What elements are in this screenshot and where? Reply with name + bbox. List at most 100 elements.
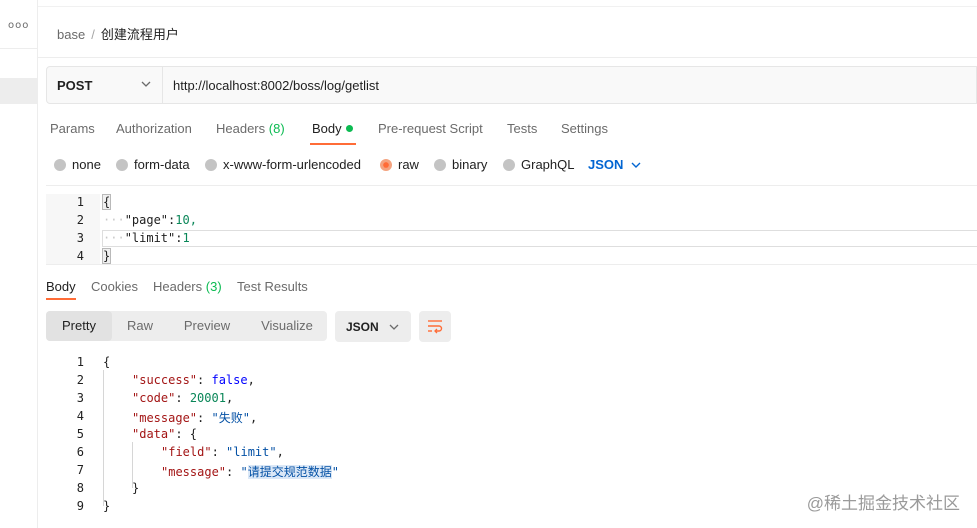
radio-graphql-label: GraphQL — [521, 157, 575, 172]
radio-raw[interactable]: raw — [380, 157, 419, 172]
json-key: "message" — [132, 411, 198, 425]
tab-headers[interactable]: Headers (8) — [216, 121, 285, 136]
tab-body[interactable]: Body — [312, 121, 353, 136]
resp-tab-body[interactable]: Body — [46, 279, 76, 294]
request-url-bar: POST http://localhost:8002/boss/log/getl… — [46, 66, 977, 104]
code-line: "success": false, — [132, 373, 255, 387]
radio-circle-icon — [205, 159, 217, 171]
line-number: 7 — [76, 463, 84, 477]
line-number: 1 — [76, 355, 84, 369]
sidebar-strip: ooo — [0, 0, 38, 528]
line-number: 3 — [76, 231, 84, 245]
current-line-highlight — [102, 230, 977, 247]
code-line: { — [103, 355, 111, 369]
tab-pre-request-script[interactable]: Pre-request Script — [378, 121, 483, 136]
chevron-down-icon — [389, 324, 399, 330]
json-value: "limit" — [226, 445, 277, 459]
close-brace: } — [101, 248, 112, 264]
view-pretty-button[interactable]: Pretty — [46, 311, 112, 341]
radio-circle-icon — [503, 159, 515, 171]
json-key: "limit" — [124, 231, 176, 245]
quote: " — [240, 465, 248, 479]
wrap-lines-button[interactable] — [419, 311, 451, 342]
line-number: 3 — [76, 391, 84, 405]
code-line: ···"page":10, — [103, 213, 197, 227]
json-key: "code" — [132, 391, 176, 405]
quote: " — [331, 465, 339, 479]
chevron-down-icon — [141, 81, 151, 87]
chevron-down-icon — [631, 162, 641, 168]
resp-tab-headers-count: (3) — [205, 279, 222, 294]
code-line: "data": { — [132, 427, 198, 441]
code-line: "code": 20001, — [132, 391, 234, 405]
code-line: ···"limit":1 — [103, 231, 190, 245]
more-options-icon[interactable]: ooo — [8, 20, 29, 31]
view-preview-button[interactable]: Preview — [176, 311, 238, 341]
radio-graphql[interactable]: GraphQL — [503, 157, 574, 172]
radio-x-www-form-urlencoded[interactable]: x-www-form-urlencoded — [205, 157, 361, 172]
json-key: "field" — [161, 445, 212, 459]
request-body-editor[interactable]: 1 2 3 4 { ···"page":10, ···"limit":1 } — [46, 185, 977, 265]
tab-settings[interactable]: Settings — [561, 121, 608, 136]
line-number: 6 — [76, 445, 84, 459]
radio-form-data[interactable]: form-data — [116, 157, 190, 172]
breadcrumb-separator: / — [91, 27, 95, 42]
code-line: } — [101, 248, 112, 267]
active-tab-underline — [310, 143, 356, 145]
tab-body-label: Body — [312, 121, 342, 136]
response-view-group: Pretty Raw Preview Visualize — [46, 311, 327, 341]
code-line: } — [103, 499, 111, 513]
wrap-lines-icon — [428, 320, 443, 334]
line-number: 8 — [76, 481, 84, 495]
view-raw-button[interactable]: Raw — [116, 311, 164, 341]
radio-circle-icon — [116, 159, 128, 171]
json-value: 1 — [182, 231, 190, 245]
response-format-label: JSON — [346, 320, 379, 334]
tab-headers-label: Headers — [216, 121, 266, 136]
radio-urlencoded-label: x-www-form-urlencoded — [223, 157, 361, 172]
line-number: 1 — [76, 195, 84, 209]
json-value: false — [211, 373, 248, 387]
code-line: "message": "请提交规范数据" — [161, 465, 339, 479]
line-number: 4 — [76, 249, 84, 263]
selected-text: 请提交规范数据 — [247, 465, 332, 479]
tab-authorization[interactable]: Authorization — [116, 121, 192, 136]
open-brace: { — [101, 194, 112, 210]
sidebar-divider — [0, 48, 38, 49]
radio-binary[interactable]: binary — [434, 157, 487, 172]
json-value: "失败" — [211, 411, 250, 425]
resp-tab-cookies[interactable]: Cookies — [91, 279, 138, 294]
sidebar-selected-item[interactable] — [0, 78, 38, 104]
line-number: 9 — [76, 499, 84, 513]
tab-params[interactable]: Params — [50, 121, 95, 136]
radio-circle-icon — [434, 159, 446, 171]
json-key: "success" — [132, 373, 198, 387]
json-value: 10, — [175, 213, 197, 227]
resp-tab-headers[interactable]: Headers (3) — [153, 279, 222, 294]
breadcrumb-request-name[interactable]: 创建流程用户 — [101, 27, 179, 42]
tab-tests[interactable]: Tests — [507, 121, 537, 136]
line-number: 4 — [76, 409, 84, 423]
view-visualize-button[interactable]: Visualize — [254, 311, 320, 341]
body-indicator-dot-icon — [345, 125, 353, 132]
resp-tab-test-results[interactable]: Test Results — [237, 279, 308, 294]
indent-guide — [103, 370, 104, 506]
active-resp-tab-underline — [46, 298, 76, 300]
radio-none[interactable]: none — [54, 157, 101, 172]
json-key: "page" — [124, 213, 169, 227]
breadcrumb-collection[interactable]: base — [57, 27, 85, 42]
json-key: "data" — [132, 427, 176, 441]
radio-raw-label: raw — [398, 157, 419, 172]
response-format-select[interactable]: JSON — [335, 311, 411, 342]
url-input[interactable]: http://localhost:8002/boss/log/getlist — [173, 78, 379, 93]
line-number: 2 — [76, 213, 84, 227]
raw-format-select[interactable]: JSON — [588, 157, 641, 172]
tab-headers-count: (8) — [268, 121, 285, 136]
radio-circle-icon — [54, 159, 66, 171]
tab-header: base / 创建流程用户 — [38, 0, 977, 58]
json-value: 20001 — [189, 391, 226, 405]
radio-form-data-label: form-data — [134, 157, 190, 172]
method-select[interactable]: POST — [47, 67, 163, 103]
code-line: { — [101, 194, 112, 213]
radio-checked-icon — [380, 159, 392, 171]
